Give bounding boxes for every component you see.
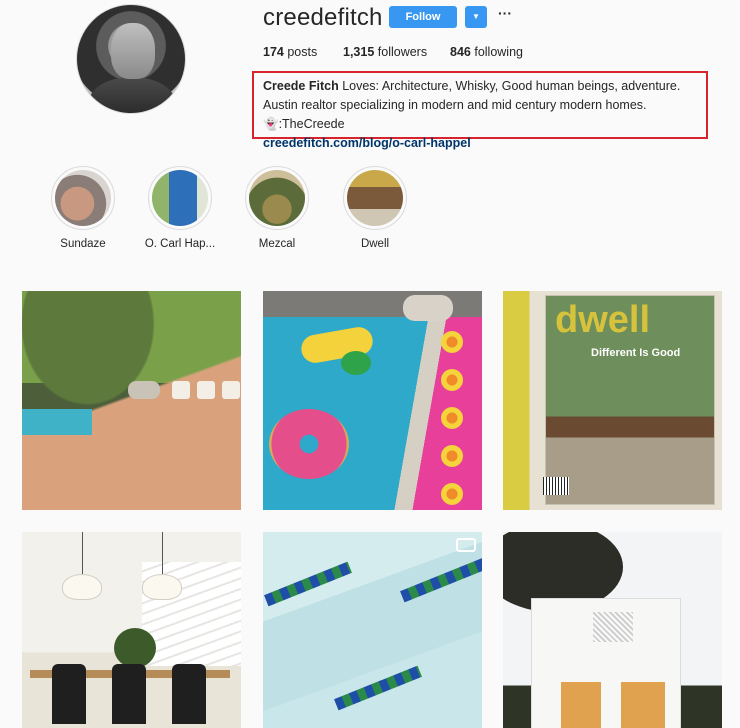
bio-link[interactable]: creedefitch.com/blog/o-carl-happel bbox=[263, 134, 693, 153]
highlight-ring bbox=[51, 166, 115, 230]
highlight-o-carl-happel[interactable]: O. Carl Hap... bbox=[135, 166, 225, 250]
highlight-label: Sundaze bbox=[60, 238, 106, 250]
highlight-label: Mezcal bbox=[258, 238, 296, 250]
more-icon: ··· bbox=[498, 5, 512, 21]
highlight-mezcal[interactable]: Mezcal bbox=[232, 166, 322, 250]
post-modern-house[interactable] bbox=[503, 532, 722, 728]
profile-bio: Creede Fitch Loves: Architecture, Whisky… bbox=[263, 77, 693, 153]
bio-name: Creede Fitch bbox=[263, 79, 339, 93]
plant-shape bbox=[114, 628, 156, 668]
post-dwell-magazine[interactable]: dwell Different Is Good bbox=[503, 291, 722, 510]
lamp-cord bbox=[82, 532, 83, 574]
chair-shape bbox=[172, 381, 190, 399]
post-pool-tiles[interactable] bbox=[263, 532, 482, 728]
donut-float-shape bbox=[269, 409, 349, 479]
lamp-cord bbox=[162, 532, 163, 574]
highlight-sundaze[interactable]: Sundaze bbox=[38, 166, 128, 250]
post-backyard-pool[interactable] bbox=[22, 291, 241, 510]
highlight-thumb bbox=[347, 170, 403, 226]
highlight-ring bbox=[148, 166, 212, 230]
followers-count: 1,315 bbox=[343, 45, 375, 59]
screen-wall-shape bbox=[593, 612, 633, 642]
followers-label: followers bbox=[377, 45, 428, 59]
magazine-title: dwell bbox=[555, 299, 651, 341]
magazine-subtitle: Different Is Good bbox=[591, 347, 681, 359]
flower-tile bbox=[441, 407, 463, 429]
posts-stat: 174 posts bbox=[263, 45, 317, 59]
highlight-ring bbox=[245, 166, 309, 230]
chair-shape bbox=[52, 664, 86, 724]
post-dining-room[interactable] bbox=[22, 532, 241, 728]
dog-shape bbox=[128, 381, 160, 399]
highlight-ring bbox=[343, 166, 407, 230]
chair-shape bbox=[112, 664, 146, 724]
tile-stripe bbox=[400, 557, 482, 603]
follow-dropdown-button[interactable]: ▼ bbox=[465, 6, 487, 28]
pineapple-float-shape bbox=[341, 351, 371, 375]
highlight-thumb bbox=[249, 170, 305, 226]
window-shape bbox=[561, 682, 601, 728]
post-pool-floats[interactable] bbox=[263, 291, 482, 510]
following-count: 846 bbox=[450, 45, 471, 59]
more-options-button[interactable]: ··· bbox=[497, 4, 513, 22]
highlight-thumb bbox=[55, 170, 111, 226]
tile-stripe bbox=[264, 561, 352, 607]
following-stat[interactable]: 846 following bbox=[450, 45, 523, 59]
flower-tile bbox=[441, 331, 463, 353]
tile-stripe bbox=[334, 665, 422, 711]
dog-shape bbox=[403, 295, 453, 321]
highlight-label: Dwell bbox=[360, 238, 390, 250]
window-shape bbox=[621, 682, 665, 728]
highlight-label: O. Carl Hap... bbox=[144, 238, 216, 250]
avatar-shirt bbox=[89, 77, 175, 113]
posts-label: posts bbox=[287, 45, 318, 59]
chair-shape bbox=[172, 664, 206, 724]
posts-count: 174 bbox=[263, 45, 284, 59]
pendant-lamp bbox=[142, 574, 182, 600]
pool-shape bbox=[22, 409, 92, 435]
flower-tile bbox=[441, 369, 463, 391]
chevron-down-icon: ▼ bbox=[472, 12, 480, 21]
highlight-thumb bbox=[152, 170, 208, 226]
profile-username: creedefitch bbox=[263, 4, 383, 31]
flower-tile bbox=[441, 483, 463, 505]
barcode-shape bbox=[543, 477, 569, 495]
profile-avatar[interactable] bbox=[76, 4, 186, 114]
flower-tile bbox=[441, 445, 463, 467]
following-label: following bbox=[474, 45, 523, 59]
chair-shape bbox=[222, 381, 240, 399]
avatar-face bbox=[111, 23, 155, 79]
followers-stat[interactable]: 1,315 followers bbox=[343, 45, 427, 59]
video-icon bbox=[456, 538, 476, 552]
follow-button[interactable]: Follow bbox=[389, 6, 457, 28]
pendant-lamp bbox=[62, 574, 102, 600]
highlight-dwell[interactable]: Dwell bbox=[330, 166, 420, 250]
chair-shape bbox=[197, 381, 215, 399]
